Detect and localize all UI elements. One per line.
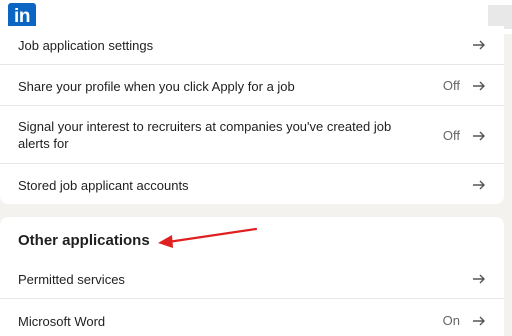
job-settings-card: Job application settings Share your prof… [0,26,504,204]
row-label: Stored job applicant accounts [18,178,189,193]
settings-row-share-profile[interactable]: Share your profile when you click Apply … [0,65,504,106]
settings-row-job-application-settings[interactable]: Job application settings [0,26,504,65]
row-label: Microsoft Word [18,314,106,329]
annotation-arrow-icon [158,227,258,248]
arrow-right-icon [473,180,485,190]
arrow-right-icon [473,81,485,91]
arrow-right-icon [473,40,485,50]
arrow-right-icon [473,131,485,141]
settings-row-stored-accounts[interactable]: Stored job applicant accounts [0,164,504,204]
row-label: Permitted services [18,272,125,287]
row-label: Job application settings [18,38,154,53]
status-text: Off [442,78,460,93]
status-text: Off [442,128,460,143]
arrow-right-icon [473,316,485,326]
settings-row-permitted-services[interactable]: Permitted services [0,258,504,299]
arrow-right-icon [473,274,485,284]
settings-row-microsoft-word[interactable]: Microsoft Word On [0,299,504,336]
settings-row-signal-interest[interactable]: Signal your interest to recruiters at co… [0,106,504,164]
row-label: Signal your interest to recruiters at co… [18,119,392,151]
status-text: On [442,313,460,328]
section-title: Other applications [18,232,150,249]
row-label: Share your profile when you click Apply … [18,79,295,94]
